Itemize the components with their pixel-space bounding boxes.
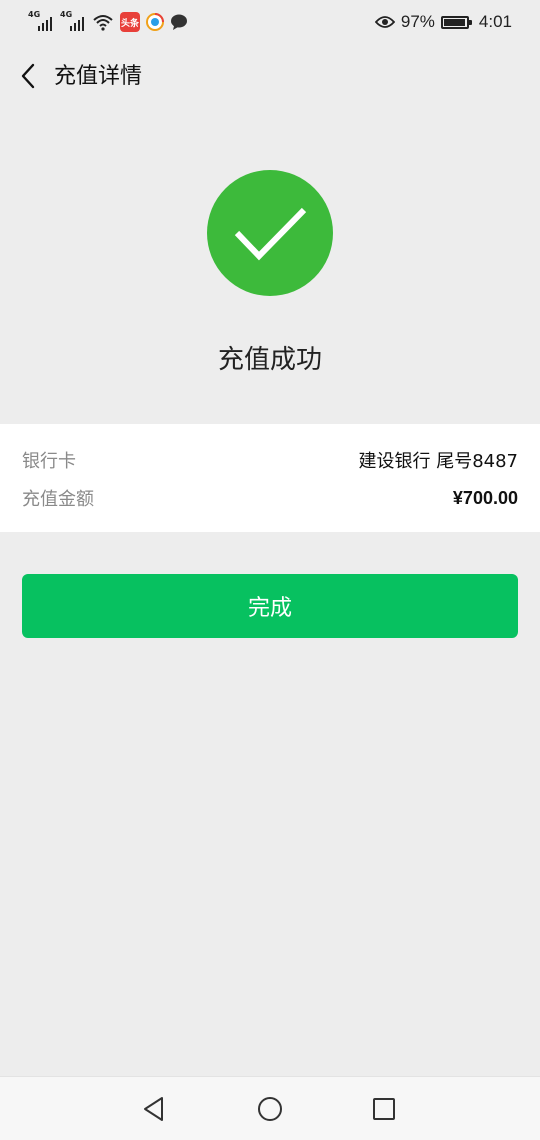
detail-row-bank-card: 银行卡 建设银行 尾号8487 [22, 445, 518, 475]
status-bar-right: 97% 4:01 [374, 10, 512, 34]
browser-app-icon [146, 13, 164, 31]
detail-label: 银行卡 [22, 451, 76, 472]
result-title: 充值成功 [217, 345, 322, 375]
system-nav-bar [0, 1076, 540, 1140]
system-home-button[interactable] [250, 1089, 290, 1129]
news-app-icon: 头条 [120, 12, 140, 32]
chevron-left-icon [21, 63, 35, 89]
status-bar: 4G 4G 头条 97% 4:01 [0, 0, 540, 44]
battery-icon [440, 15, 472, 29]
clock: 4:01 [478, 12, 512, 31]
triangle-back-icon [144, 1097, 163, 1121]
news-badge-text: 头条 [120, 18, 139, 29]
detail-label: 充值金额 [22, 489, 94, 510]
system-back-button[interactable] [134, 1089, 174, 1129]
nav-header: 充值详情 [0, 44, 540, 108]
circle-home-icon [258, 1097, 282, 1121]
status-bar-left: 4G 4G 头条 [28, 10, 188, 34]
battery-percent: 97% [400, 12, 435, 31]
back-button[interactable] [10, 58, 46, 94]
signal-icon: 4G [28, 11, 54, 33]
detail-row-amount: 充值金额 ¥700.00 [22, 483, 518, 513]
eye-comfort-icon [374, 16, 395, 28]
wifi-icon [93, 15, 113, 31]
square-recents-icon [373, 1098, 395, 1120]
battery-fill [443, 18, 466, 26]
check-circle-icon [207, 170, 333, 296]
signal-icon-2: 4G [60, 11, 86, 33]
chat-bubble-icon [171, 14, 187, 30]
page-title: 充值详情 [54, 64, 143, 89]
done-button[interactable]: 完成 [22, 574, 518, 638]
system-recents-button[interactable] [364, 1089, 404, 1129]
detail-value: 建设银行 尾号8487 [358, 451, 518, 472]
amount-value: ¥700.00 [452, 487, 518, 508]
detail-card: 银行卡 建设银行 尾号8487 充值金额 ¥700.00 [0, 424, 540, 532]
